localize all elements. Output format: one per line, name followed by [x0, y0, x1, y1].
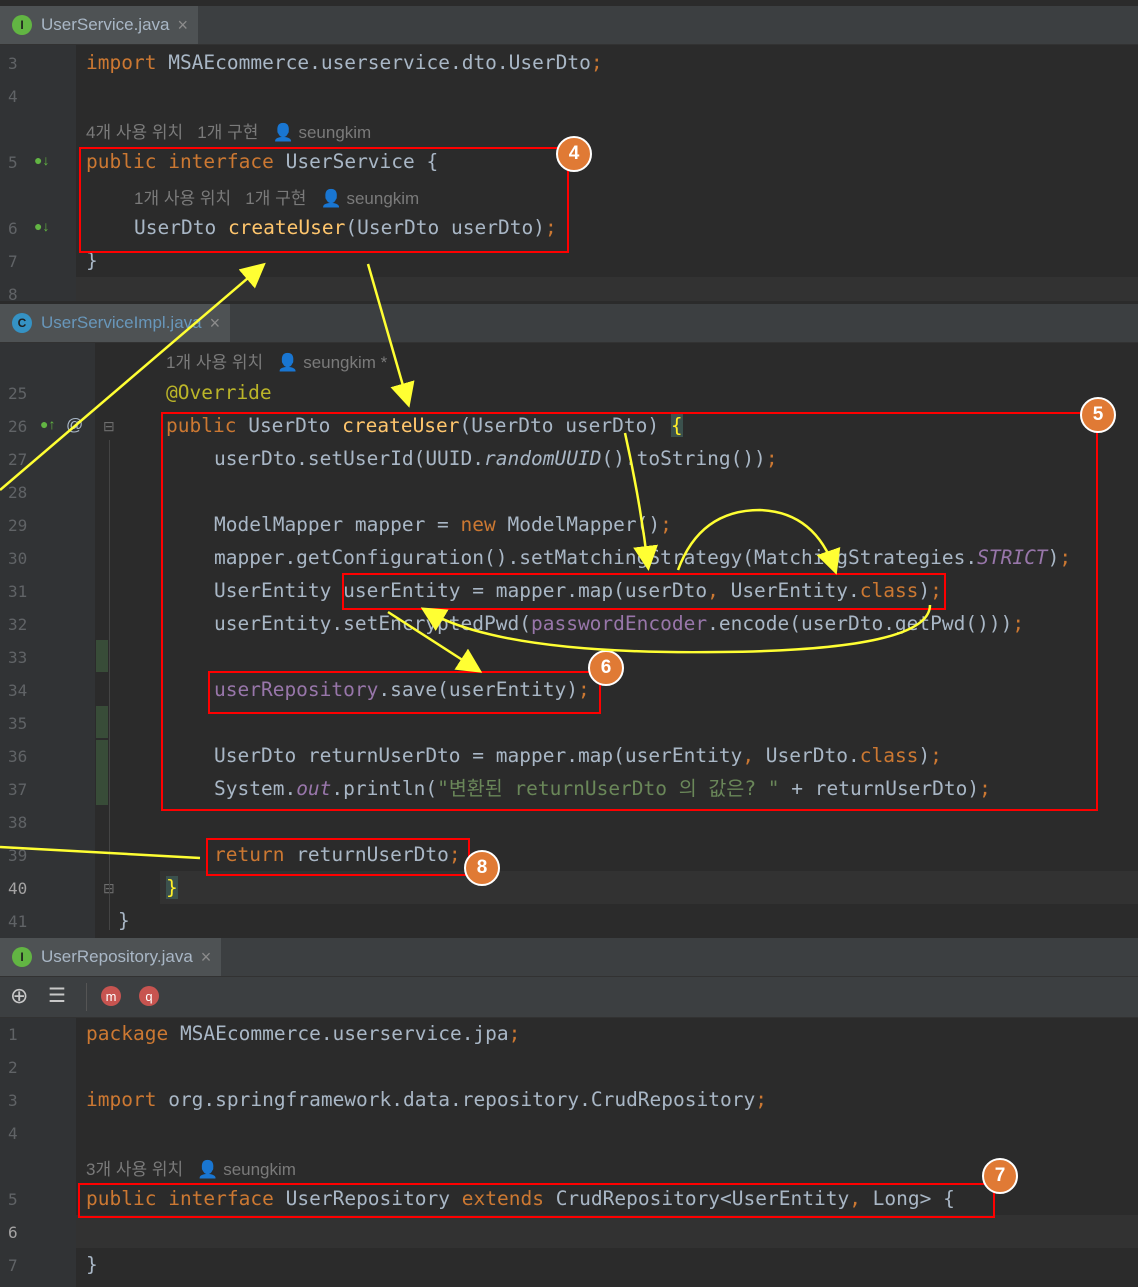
highlight-box-createuser [161, 412, 1098, 811]
usage-hint[interactable]: 4개 사용 위치 1개 구현 👤 seungkim [86, 118, 371, 143]
highlight-box-interface [79, 147, 569, 253]
close-icon[interactable]: × [178, 15, 189, 36]
current-line-highlight [76, 1215, 1138, 1248]
highlight-box-save [208, 671, 601, 714]
line-number: 2 [8, 1058, 18, 1077]
line-number: 7 [8, 1256, 18, 1275]
step-badge: 5 [1080, 397, 1116, 433]
step-badge: 8 [464, 850, 500, 886]
line-number: 39 [8, 846, 28, 865]
close-icon[interactable]: × [210, 313, 221, 334]
code-line: import MSAEcommerce.userservice.dto.User… [86, 51, 603, 74]
line-number: 25 [8, 384, 28, 403]
line-number: 30 [8, 549, 28, 568]
line-number: 41 [8, 912, 28, 931]
usage-hint[interactable]: 1개 사용 위치 👤 seungkim * [166, 348, 387, 373]
line-number: 26 [8, 417, 28, 436]
line-number: 7 [8, 252, 18, 271]
close-icon[interactable]: × [201, 947, 212, 968]
line-number: 4 [8, 87, 18, 106]
tab-userserviceimpl[interactable]: C UserServiceImpl.java × [0, 304, 231, 342]
line-number: 31 [8, 582, 28, 601]
tab-label: UserServiceImpl.java [41, 313, 202, 332]
line-number: 4 [8, 1124, 18, 1143]
tab-userrepository[interactable]: I UserRepository.java × [0, 938, 222, 976]
tab-bar-userservice: I UserService.java × [0, 6, 1138, 45]
implemented-gutter-icon[interactable]: ●↓ [34, 152, 49, 168]
line-number: 6 [8, 1223, 18, 1242]
line-number: 5 [8, 1190, 18, 1209]
highlight-box-mapper-map [342, 573, 946, 610]
step-badge: 4 [556, 136, 592, 172]
indent-guide [109, 440, 110, 930]
line-number: 38 [8, 813, 28, 832]
tab-bar-userrepository: I UserRepository.java × [0, 938, 1138, 977]
crosshair-icon[interactable]: ⊕ [10, 983, 28, 1009]
code-line: } [166, 876, 178, 899]
at-annotation-icon[interactable]: @ [66, 415, 83, 435]
line-number: 33 [8, 648, 28, 667]
tab-bar-userserviceimpl: C UserServiceImpl.java × [0, 304, 1138, 343]
database-icon[interactable]: ☰ [48, 983, 66, 1008]
class-icon: C [12, 313, 32, 333]
code-line: } [86, 1253, 98, 1276]
line-number: 8 [8, 285, 18, 304]
tab-label: UserRepository.java [41, 947, 193, 966]
line-number: 37 [8, 780, 28, 799]
code-line: package MSAEcommerce.userservice.jpa; [86, 1022, 521, 1045]
line-number: 28 [8, 483, 28, 502]
line-number: 27 [8, 450, 28, 469]
vcs-change-marker [96, 706, 108, 738]
implemented-gutter-icon[interactable]: ●↓ [34, 218, 49, 234]
fold-icon[interactable]: ⊟ [103, 418, 115, 435]
vcs-change-marker [96, 740, 108, 805]
line-number: 34 [8, 681, 28, 700]
user-icon: 👤 [272, 123, 294, 142]
current-line-highlight [76, 277, 1138, 301]
toolbar: ⊕ ☰ m q [0, 977, 1138, 1018]
code-line: import org.springframework.data.reposito… [86, 1088, 767, 1111]
interface-icon: I [12, 15, 32, 35]
line-number: 3 [8, 54, 18, 73]
step-badge: 6 [588, 650, 624, 686]
line-number: 29 [8, 516, 28, 535]
line-number: 1 [8, 1025, 18, 1044]
line-number: 32 [8, 615, 28, 634]
query-icon[interactable]: q [139, 986, 159, 1006]
usage-hint[interactable]: 3개 사용 위치 👤 seungkim [86, 1155, 296, 1180]
user-icon: 👤 [277, 353, 299, 372]
toolbar-divider [86, 983, 87, 1011]
line-number: 35 [8, 714, 28, 733]
highlight-box-repository [78, 1183, 995, 1218]
method-icon[interactable]: m [101, 986, 121, 1006]
line-number: 36 [8, 747, 28, 766]
tab-userservice[interactable]: I UserService.java × [0, 6, 199, 44]
code-line: } [118, 909, 130, 932]
vcs-change-marker [96, 640, 108, 672]
code-line: @Override [166, 381, 272, 404]
interface-icon: I [12, 947, 32, 967]
user-icon: 👤 [197, 1160, 219, 1179]
highlight-box-return [206, 838, 470, 876]
step-badge: 7 [982, 1158, 1018, 1194]
line-number: 40 [8, 879, 28, 898]
tab-label: UserService.java [41, 15, 170, 34]
line-number: 3 [8, 1091, 18, 1110]
override-gutter-icon[interactable]: ●↑ [40, 416, 55, 432]
